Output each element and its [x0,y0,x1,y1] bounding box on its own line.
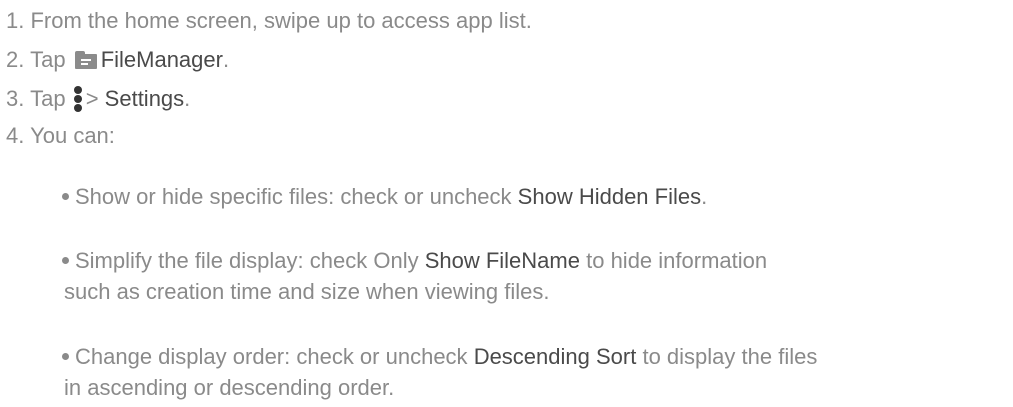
step-punctuation: . [222,47,230,72]
bullet-dot [62,353,69,360]
folder-icon [74,51,97,69]
bullet-text-continued: to display the files [642,344,818,369]
bullet-text-line-2: in ascending or descending order. [64,375,395,400]
step-separator: > [85,86,99,111]
step-4: 4. You can: [6,123,115,149]
step-number: 1. [6,8,25,33]
bullet-punctuation: . [701,184,708,209]
option-descending-sort: Descending Sort [473,344,637,369]
menu-item-settings: Settings [104,86,185,111]
bullet-text-continued: to hide information [586,248,768,273]
step-number: 4. [6,123,25,148]
bullet-text: Show or hide specific files: check or un… [75,184,512,209]
step-text: You can: [30,123,115,148]
more-vertical-icon [73,86,82,112]
step-2: 2. Tap FileManager. [6,47,229,73]
option-show-hidden-files: Show Hidden Files [517,184,702,209]
instructions-document: 1. From the home screen, swipe up to acc… [0,0,1013,407]
step-3: 3. Tap > Settings. [6,86,190,112]
step-number: 3. [6,86,25,111]
option-show-filename: Show FileName [424,248,580,273]
step-number: 2. [6,47,25,72]
bullet-item-show-hidden-files: Show or hide specific files: check or un… [62,181,707,212]
step-text: Tap [30,47,66,72]
bullet-text: Simplify the file display: check Only [75,248,419,273]
bullet-dot [62,257,69,264]
step-1: 1. From the home screen, swipe up to acc… [6,8,532,34]
bullet-text-line-2: such as creation time and size when view… [64,279,550,304]
bullet-item-show-filename: Simplify the file display: check Only Sh… [62,245,767,307]
app-name-filemanager: FileManager [100,47,223,72]
bullet-item-descending-sort: Change display order: check or uncheck D… [62,341,817,403]
bullet-text: Change display order: check or uncheck [75,344,468,369]
bullet-dot [62,193,69,200]
step-punctuation: . [184,86,191,111]
step-text: From the home screen, swipe up to access… [30,8,532,33]
step-text: Tap [30,86,66,111]
